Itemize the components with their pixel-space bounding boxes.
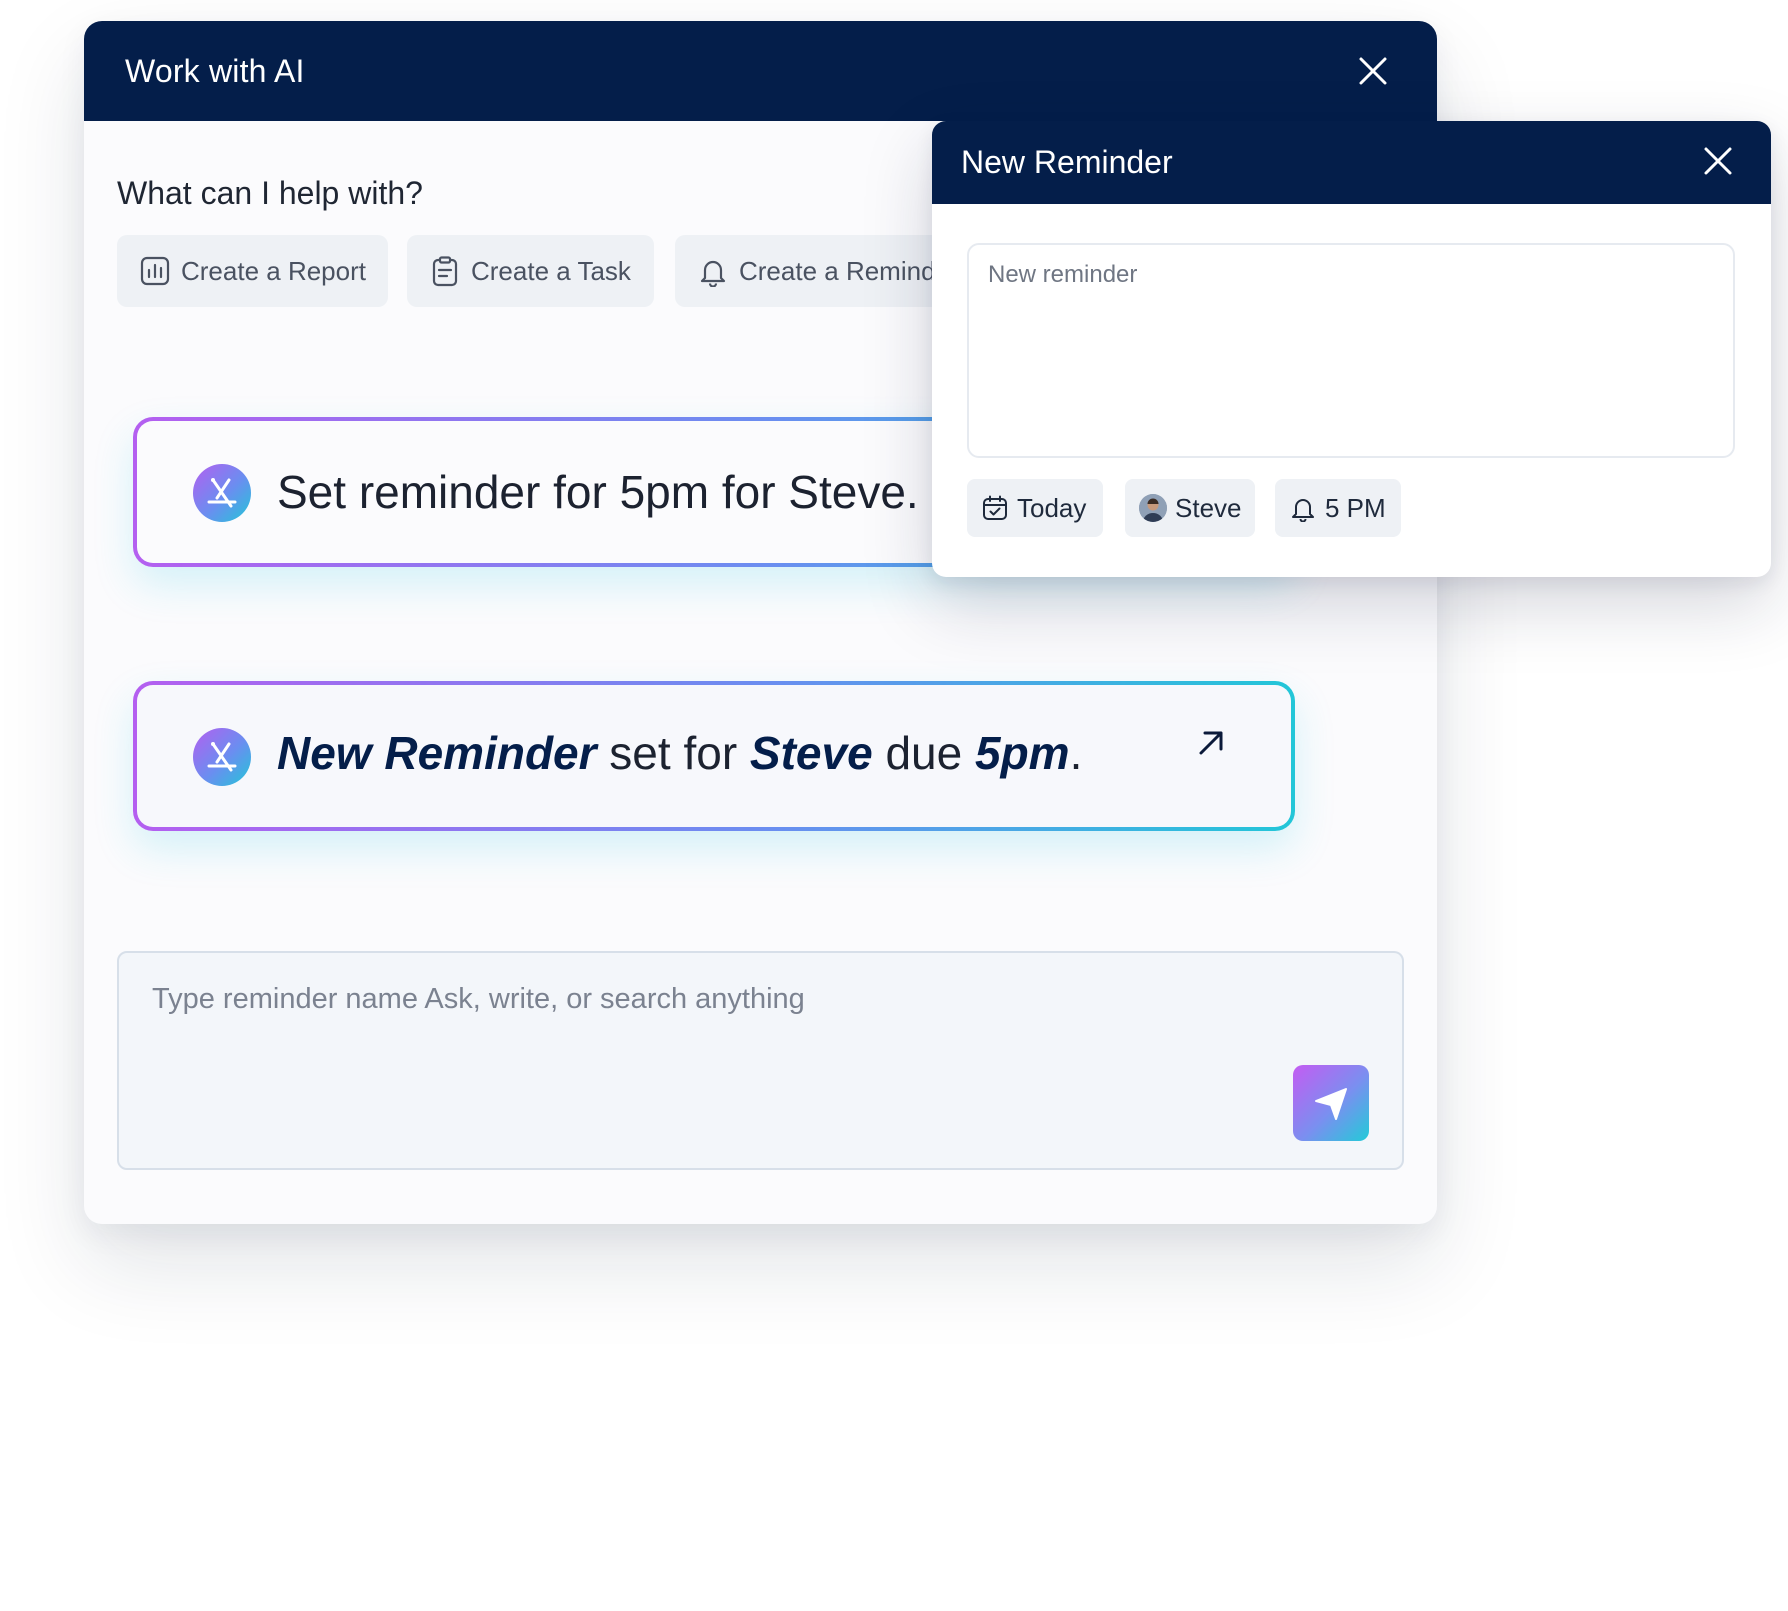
reminder-title: New Reminder: [961, 144, 1173, 180]
due-date-label: Today: [1017, 492, 1087, 523]
ai-result-card[interactable]: New Reminder set for Steve due 5pm.: [133, 681, 1295, 831]
send-icon: [1315, 1088, 1347, 1120]
result-text-part: set for: [596, 727, 750, 779]
ai-assistant-icon: [193, 728, 251, 786]
close-dialog-button[interactable]: [1353, 51, 1393, 91]
chip-label: Create a Task: [471, 255, 631, 286]
result-text-part: .: [1069, 727, 1083, 779]
send-button[interactable]: [1293, 1065, 1369, 1141]
assignee-label: Steve: [1175, 492, 1242, 523]
calendar-icon: [981, 494, 1009, 522]
due-date-button[interactable]: Today: [967, 479, 1103, 537]
result-text: New Reminder set for Steve due 5pm.: [277, 685, 1082, 827]
close-icon: [1359, 57, 1387, 85]
result-text-part: due: [872, 727, 975, 779]
reminder-text-field[interactable]: New reminder: [967, 243, 1735, 458]
assignee-button[interactable]: Steve: [1125, 479, 1255, 537]
dialog-title: Work with AI: [125, 53, 305, 89]
new-reminder-dialog: New Reminder New reminder Today Steve 5 …: [932, 121, 1771, 577]
reminder-placeholder: New reminder: [988, 261, 1138, 288]
chat-input-placeholder: Type reminder name Ask, write, or search…: [152, 983, 805, 1015]
prompt-text: Set reminder for 5pm for Steve.: [277, 466, 919, 518]
dialog-header: Work with AI: [84, 21, 1437, 121]
arrow-up-right-icon: [1199, 731, 1223, 755]
bell-icon: [1289, 494, 1317, 522]
chip-label: Create a Report: [181, 255, 366, 286]
close-icon: [1704, 147, 1732, 175]
ai-assistant-icon: [193, 464, 251, 522]
close-reminder-button[interactable]: [1698, 141, 1738, 181]
reminder-time-label: 5 PM: [1325, 492, 1386, 523]
help-heading: What can I help with?: [117, 175, 423, 211]
open-reminder-link[interactable]: [1191, 723, 1231, 763]
result-reminder-name: New Reminder: [277, 727, 597, 779]
result-assignee: Steve: [749, 727, 873, 779]
bar-chart-icon: [139, 255, 171, 287]
create-task-button[interactable]: Create a Task: [407, 235, 654, 307]
reminder-time-button[interactable]: 5 PM: [1275, 479, 1401, 537]
clipboard-icon: [429, 255, 461, 287]
reminder-header: New Reminder: [932, 121, 1771, 204]
chip-label: Create a Reminder: [739, 255, 959, 286]
create-report-button[interactable]: Create a Report: [117, 235, 388, 307]
result-due-time: 5pm: [974, 727, 1070, 779]
chat-input[interactable]: Type reminder name Ask, write, or search…: [117, 951, 1404, 1170]
avatar: [1139, 494, 1167, 522]
bell-icon: [697, 255, 729, 287]
create-reminder-button[interactable]: Create a Reminder: [675, 235, 975, 307]
